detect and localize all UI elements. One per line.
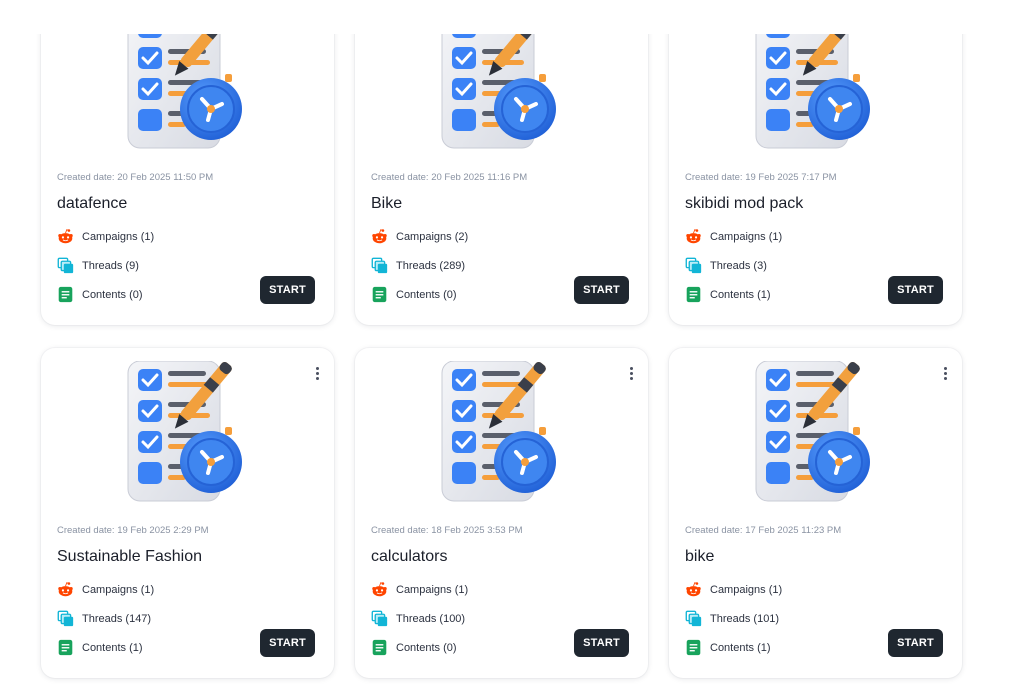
card-menu-button[interactable] [624, 364, 638, 382]
threads-count: Threads (100) [396, 612, 466, 625]
document-icon [685, 639, 702, 656]
reddit-icon [685, 228, 702, 245]
project-title[interactable]: datafence [57, 195, 127, 213]
contents-stat: Contents (0) [371, 639, 457, 656]
threads-copy-icon [685, 610, 702, 627]
threads-stat: Threads (3) [685, 257, 767, 274]
project-card: Created date: 18 Feb 2025 3:53 PM calcul… [355, 348, 648, 678]
threads-copy-icon [57, 610, 74, 627]
checklist-stopwatch-illustration [441, 361, 556, 502]
threads-copy-icon [371, 257, 388, 274]
reddit-icon [57, 581, 74, 598]
threads-copy-icon [685, 257, 702, 274]
project-card: Created date: 20 Feb 2025 11:16 PM Bike … [355, 0, 648, 325]
threads-count: Threads (289) [396, 259, 466, 272]
threads-stat: Threads (147) [57, 610, 151, 627]
contents-count: Contents (0) [396, 641, 457, 654]
project-title[interactable]: skibidi mod pack [685, 195, 803, 213]
document-icon [371, 639, 388, 656]
checklist-stopwatch-illustration [127, 361, 242, 502]
campaigns-stat: Campaigns (1) [57, 581, 154, 598]
created-date: Created date: 20 Feb 2025 11:50 PM [57, 172, 214, 183]
reddit-icon [371, 228, 388, 245]
reddit-icon [371, 581, 388, 598]
reddit-icon [685, 581, 702, 598]
threads-stat: Threads (9) [57, 257, 139, 274]
contents-count: Contents (0) [396, 288, 457, 301]
project-title[interactable]: Bike [371, 195, 402, 213]
threads-count: Threads (101) [710, 612, 780, 625]
campaigns-stat: Campaigns (2) [371, 228, 468, 245]
campaigns-count: Campaigns (1) [396, 583, 469, 596]
card-menu-button[interactable] [938, 364, 952, 382]
campaigns-stat: Campaigns (1) [685, 228, 782, 245]
start-button[interactable]: START [888, 276, 943, 304]
project-title[interactable]: Sustainable Fashion [57, 548, 202, 566]
project-title[interactable]: bike [685, 548, 714, 566]
campaigns-stat: Campaigns (1) [371, 581, 468, 598]
start-button[interactable]: START [574, 629, 629, 657]
threads-stat: Threads (101) [685, 610, 779, 627]
threads-count: Threads (3) [710, 259, 767, 272]
document-icon [371, 286, 388, 303]
campaigns-count: Campaigns (2) [396, 230, 469, 243]
document-icon [57, 286, 74, 303]
campaigns-count: Campaigns (1) [82, 230, 155, 243]
campaigns-count: Campaigns (1) [710, 230, 783, 243]
start-button[interactable]: START [888, 629, 943, 657]
checklist-stopwatch-illustration [755, 361, 870, 502]
threads-count: Threads (147) [82, 612, 152, 625]
created-date: Created date: 19 Feb 2025 2:29 PM [57, 525, 209, 536]
threads-stat: Threads (100) [371, 610, 465, 627]
created-date: Created date: 20 Feb 2025 11:16 PM [371, 172, 528, 183]
campaigns-stat: Campaigns (1) [685, 581, 782, 598]
contents-stat: Contents (0) [371, 286, 457, 303]
created-date: Created date: 18 Feb 2025 3:53 PM [371, 525, 523, 536]
reddit-icon [57, 228, 74, 245]
campaigns-stat: Campaigns (1) [57, 228, 154, 245]
contents-stat: Contents (1) [685, 639, 771, 656]
contents-count: Contents (1) [710, 288, 771, 301]
scroll-mask [0, 0, 1010, 34]
threads-copy-icon [57, 257, 74, 274]
project-card: Created date: 19 Feb 2025 7:17 PM skibid… [669, 0, 962, 325]
project-title[interactable]: calculators [371, 548, 447, 566]
contents-stat: Contents (1) [57, 639, 143, 656]
threads-copy-icon [371, 610, 388, 627]
start-button[interactable]: START [260, 276, 315, 304]
more-vertical-icon [629, 366, 633, 370]
threads-count: Threads (9) [82, 259, 139, 272]
card-menu-button[interactable] [310, 364, 324, 382]
project-card: Created date: 19 Feb 2025 2:29 PM Sustai… [41, 348, 334, 678]
contents-stat: Contents (0) [57, 286, 143, 303]
document-icon [57, 639, 74, 656]
contents-count: Contents (1) [710, 641, 771, 654]
document-icon [685, 286, 702, 303]
start-button[interactable]: START [574, 276, 629, 304]
campaigns-count: Campaigns (1) [82, 583, 155, 596]
threads-stat: Threads (289) [371, 257, 465, 274]
start-button[interactable]: START [260, 629, 315, 657]
project-card: Created date: 17 Feb 2025 11:23 PM bike … [669, 348, 962, 678]
contents-count: Contents (1) [82, 641, 143, 654]
created-date: Created date: 19 Feb 2025 7:17 PM [685, 172, 837, 183]
created-date: Created date: 17 Feb 2025 11:23 PM [685, 525, 842, 536]
project-card: Created date: 20 Feb 2025 11:50 PM dataf… [41, 0, 334, 325]
contents-stat: Contents (1) [685, 286, 771, 303]
campaigns-count: Campaigns (1) [710, 583, 783, 596]
more-vertical-icon [315, 366, 319, 370]
more-vertical-icon [943, 366, 947, 370]
contents-count: Contents (0) [82, 288, 143, 301]
